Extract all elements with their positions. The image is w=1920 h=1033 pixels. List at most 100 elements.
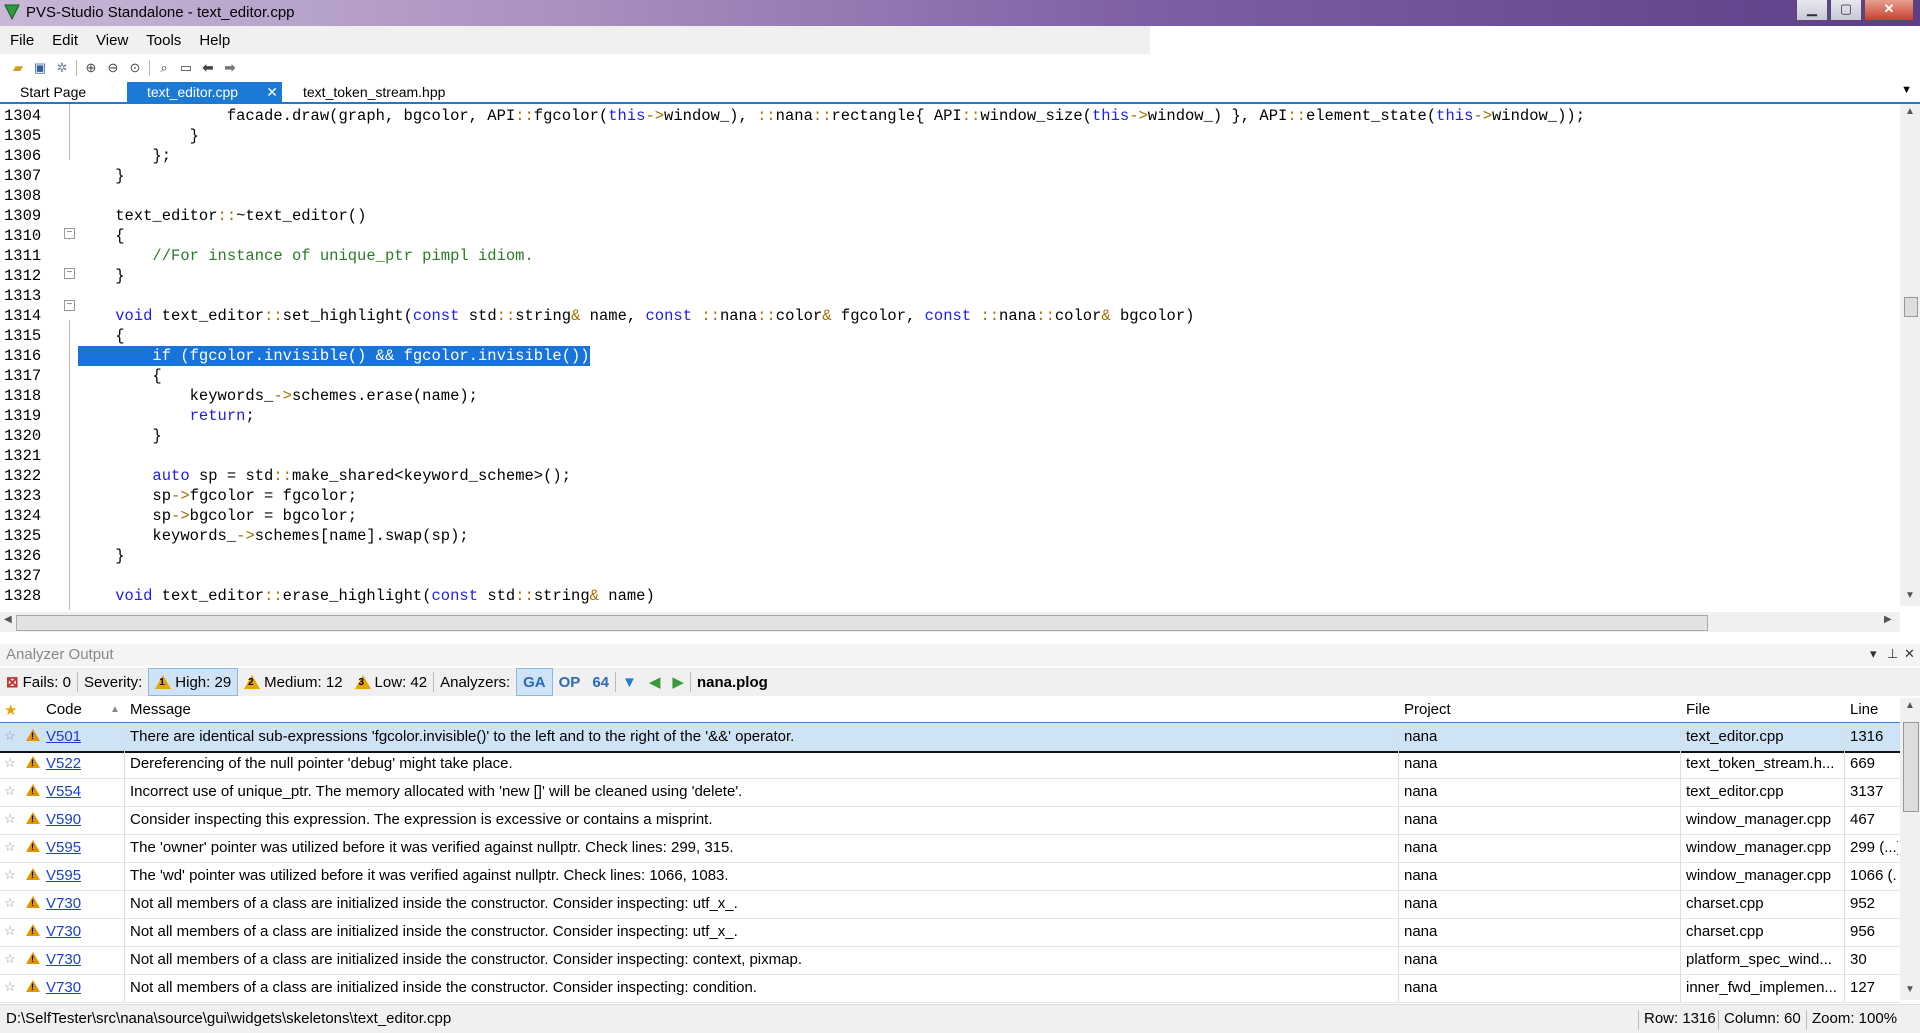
table-row[interactable]: ☆! V522 Dereferencing of the null pointer …: [0, 750, 1900, 779]
favorite-star-icon[interactable]: ☆: [4, 783, 16, 799]
previous-message-button[interactable]: ◀: [643, 669, 667, 695]
minimize-button[interactable]: ▁: [1796, 0, 1828, 21]
settings-icon[interactable]: ✲: [54, 60, 70, 76]
diagnostic-code-link[interactable]: V730: [46, 895, 81, 912]
window-title: PVS-Studio Standalone - text_editor.cpp: [26, 4, 295, 21]
file-cell: charset.cpp: [1686, 895, 1764, 912]
diagnostic-code-link[interactable]: V730: [46, 951, 81, 968]
favorite-star-icon[interactable]: ☆: [4, 895, 16, 911]
favorite-star-icon[interactable]: ☆: [4, 755, 16, 771]
zoom-reset-icon[interactable]: ⊙: [127, 60, 143, 76]
editor-horizontal-scrollbar[interactable]: ◀ ▶: [0, 612, 1900, 632]
favorite-star-icon[interactable]: ☆: [4, 923, 16, 939]
tabs-dropdown-icon[interactable]: ▼: [1901, 84, 1912, 96]
menu-file[interactable]: File: [10, 32, 34, 49]
line-number: 1314: [4, 307, 42, 325]
table-row[interactable]: ☆! V730 Not all members of a class are ini…: [0, 918, 1900, 947]
open-icon[interactable]: ▰: [10, 60, 26, 76]
editor-vertical-scrollbar[interactable]: ▲ ▼: [1900, 104, 1920, 606]
zoom-in-icon[interactable]: ⊕: [83, 60, 99, 76]
tab-text-editor-cpp[interactable]: text_editor.cpp ✕: [127, 82, 282, 102]
menu-view[interactable]: View: [96, 32, 128, 49]
close-tab-icon[interactable]: ✕: [266, 82, 278, 102]
analyzer-op-toggle[interactable]: OP: [553, 669, 587, 695]
back-icon[interactable]: ⬅: [200, 60, 216, 76]
diagnostic-code-link[interactable]: V501: [46, 728, 81, 745]
favorite-star-icon[interactable]: ☆: [4, 811, 16, 827]
diagnostic-code-link[interactable]: V595: [46, 867, 81, 884]
low-severity-toggle[interactable]: 3 Low: 42: [349, 669, 434, 695]
column-separator: [1680, 750, 1681, 778]
table-row[interactable]: ☆! V730 Not all members of a class are ini…: [0, 946, 1900, 975]
next-message-button[interactable]: ▶: [666, 669, 690, 695]
line-cell: 956: [1850, 923, 1876, 940]
column-indicator: Column: 60: [1724, 1010, 1801, 1027]
close-window-button[interactable]: ✕: [1864, 0, 1914, 21]
zoom-out-icon[interactable]: ⊖: [105, 60, 121, 76]
fold-toggle-icon[interactable]: −: [64, 228, 75, 239]
find-icon[interactable]: ⌕: [156, 60, 172, 76]
favorite-column-icon[interactable]: ★: [4, 701, 17, 719]
medium-severity-toggle[interactable]: 2 Medium: 12: [238, 669, 348, 695]
forward-icon[interactable]: ➡: [222, 60, 238, 76]
code-line: }: [78, 547, 125, 565]
scroll-left-icon[interactable]: ◀: [4, 614, 12, 625]
pin-icon[interactable]: ⊥: [1887, 646, 1898, 662]
scroll-up-icon[interactable]: ▲: [1905, 700, 1915, 711]
column-project[interactable]: Project: [1404, 701, 1451, 718]
analyzer-ga-toggle[interactable]: GA: [516, 668, 553, 696]
table-row[interactable]: ☆! V730 Not all members of a class are ini…: [0, 974, 1900, 1003]
table-row[interactable]: ☆! V554 Incorrect use of unique_ptr. The m…: [0, 778, 1900, 807]
table-row[interactable]: ☆! V501 There are identical sub-expression…: [0, 722, 1900, 753]
diagnostic-code-link[interactable]: V730: [46, 923, 81, 940]
favorite-star-icon[interactable]: ☆: [4, 951, 16, 967]
panel-close-icon[interactable]: ✕: [1904, 646, 1915, 662]
tab-start-page[interactable]: Start Page: [0, 82, 125, 102]
scrollbar-thumb[interactable]: [1904, 297, 1918, 317]
scrollbar-thumb[interactable]: [1903, 722, 1919, 812]
tab-text-token-stream-hpp[interactable]: text_token_stream.hpp: [283, 82, 473, 102]
table-row[interactable]: ☆! V595 The 'wd' pointer was utilized befo…: [0, 862, 1900, 891]
analyzers-text: Analyzers:: [440, 673, 511, 691]
column-file[interactable]: File: [1686, 701, 1710, 718]
column-message[interactable]: Message: [130, 701, 191, 718]
scroll-up-icon[interactable]: ▲: [1900, 106, 1920, 117]
favorite-star-icon[interactable]: ☆: [4, 839, 16, 855]
diagnostic-code-link[interactable]: V730: [46, 979, 81, 996]
grid-vertical-scrollbar[interactable]: ▲ ▼: [1900, 698, 1920, 1000]
image-icon[interactable]: ▭: [178, 60, 194, 76]
scroll-right-icon[interactable]: ▶: [1884, 614, 1892, 625]
column-code[interactable]: Code: [46, 701, 82, 718]
favorite-star-icon[interactable]: ☆: [4, 728, 16, 744]
line-number: 1313: [4, 287, 42, 305]
table-row[interactable]: ☆! V590 Consider inspecting this expressio…: [0, 806, 1900, 835]
diagnostic-code-link[interactable]: V554: [46, 783, 81, 800]
menu-tools[interactable]: Tools: [146, 32, 181, 49]
fold-toggle-icon[interactable]: −: [64, 268, 75, 279]
diagnostic-code-link[interactable]: V522: [46, 755, 81, 772]
favorite-star-icon[interactable]: ☆: [4, 979, 16, 995]
line-cell: 1316: [1850, 728, 1884, 745]
fails-filter[interactable]: ⊠ Fails: 0: [0, 669, 77, 695]
diagnostic-code-link[interactable]: V595: [46, 839, 81, 856]
menu-edit[interactable]: Edit: [52, 32, 78, 49]
column-line[interactable]: Line: [1850, 701, 1878, 718]
fold-toggle-icon[interactable]: −: [64, 300, 75, 311]
panel-dropdown-icon[interactable]: ▾: [1870, 646, 1877, 662]
save-icon[interactable]: ▣: [32, 60, 48, 76]
favorite-star-icon[interactable]: ☆: [4, 867, 16, 883]
maximize-button[interactable]: ▢: [1830, 0, 1862, 21]
high-severity-toggle[interactable]: 1 High: 29: [148, 668, 239, 696]
menu-help[interactable]: Help: [199, 32, 230, 49]
message-cell: Not all members of a class are initializ…: [130, 895, 738, 912]
table-row[interactable]: ☆! V730 Not all members of a class are ini…: [0, 890, 1900, 919]
scrollbar-thumb[interactable]: [16, 615, 1708, 631]
diagnostic-code-link[interactable]: V590: [46, 811, 81, 828]
column-separator: [1680, 974, 1681, 1002]
scroll-down-icon[interactable]: ▼: [1905, 984, 1915, 995]
analyzer-64-toggle[interactable]: 64: [586, 669, 615, 695]
filter-button[interactable]: ▼: [616, 669, 643, 695]
table-row[interactable]: ☆! V595 The 'owner' pointer was utilized b…: [0, 834, 1900, 863]
code-editor[interactable]: 1304 1305 1306 1307 1308 1309 1310 1311 1312 1313…: [0, 104, 1920, 610]
scroll-down-icon[interactable]: ▼: [1900, 590, 1920, 601]
